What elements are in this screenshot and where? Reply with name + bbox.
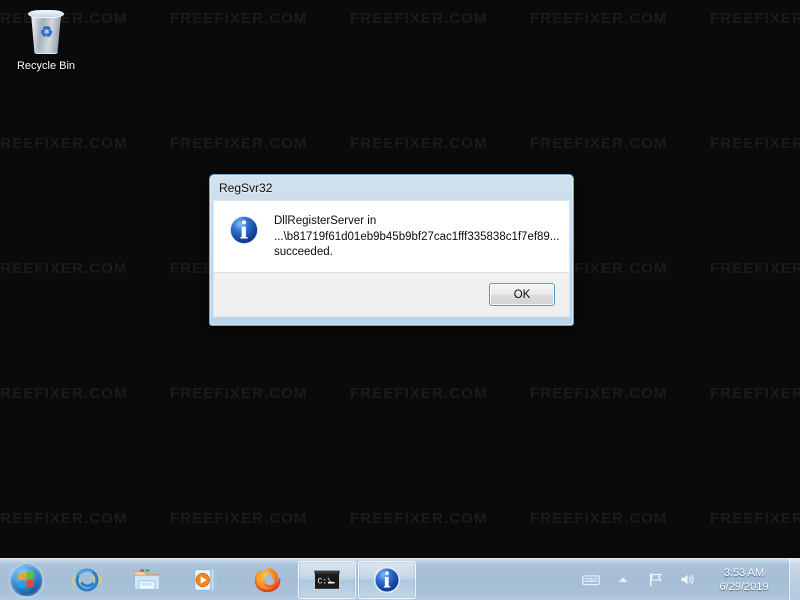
clock-time: 3:53 AM <box>723 566 765 579</box>
watermark-text: FREEFIXER.COM <box>0 135 128 152</box>
watermark-text: FREEFIXER.COM <box>170 385 308 402</box>
watermark-text: FREEFIXER.COM <box>710 135 800 152</box>
dialog-footer: OK <box>213 272 570 317</box>
watermark-text: FREEFIXER.COM <box>0 385 128 402</box>
svg-text:C:\: C:\ <box>318 577 333 586</box>
clock[interactable]: 3:53 AM 6/29/2019 <box>707 566 781 594</box>
watermark-text: FREEFIXER.COM <box>170 510 308 527</box>
recycle-bin-icon: ♻ <box>22 8 70 56</box>
keyboard-icon[interactable] <box>580 569 602 591</box>
watermark-text: FREEFIXER.COM <box>350 10 488 27</box>
watermark-text: FREEFIXER.COM <box>710 385 800 402</box>
dialog-message-line-2: ...\b81719f61d01eb9b45b9bf27cac1fff33583… <box>274 230 560 243</box>
internet-explorer-icon <box>72 568 102 591</box>
desktop[interactable]: FREEFIXER.COM FREEFIXER.COM FREEFIXER.COM F… <box>0 0 800 600</box>
show-hidden-icons-icon[interactable] <box>612 569 634 591</box>
taskbar-button-internet-explorer[interactable] <box>58 561 116 599</box>
watermark-text: FREEFIXER.COM <box>710 510 800 527</box>
taskbar-button-command-prompt[interactable]: C:\ <box>298 560 356 599</box>
info-icon <box>229 215 259 245</box>
taskbar-button-windows-media-player[interactable] <box>178 561 236 599</box>
dialog-message-line-1: DllRegisterServer in <box>274 215 377 227</box>
system-tray: 3:53 AM 6/29/2019 <box>575 558 800 600</box>
watermark-text: FREEFIXER.COM <box>530 10 668 27</box>
taskbar-buttons: C:\ <box>58 560 575 599</box>
info-icon <box>373 566 401 593</box>
desktop-icon-label: Recycle Bin <box>16 60 76 72</box>
firefox-icon <box>254 567 281 592</box>
regsvr32-dialog[interactable]: RegSvr32 DllRegisterServer in ...\b81719… <box>209 174 574 326</box>
watermark-text: FREEFIXER.COM <box>170 10 308 27</box>
watermark-text: FREEFIXER.COM <box>530 510 668 527</box>
watermark-text: FREEFIXER.COM <box>710 260 800 277</box>
watermark-text: FREEFIXER.COM <box>170 135 308 152</box>
start-button[interactable] <box>2 561 52 599</box>
volume-speaker-icon[interactable] <box>676 569 698 591</box>
show-desktop-button[interactable] <box>789 558 800 600</box>
dialog-message: DllRegisterServer in ...\b81719f61d01eb9… <box>274 213 559 272</box>
windows-orb-icon <box>10 563 43 597</box>
dialog-message-line-3: succeeded. <box>274 246 333 258</box>
folder-icon <box>133 568 161 590</box>
media-player-icon <box>194 568 217 591</box>
watermark-text: FREEFIXER.COM <box>0 510 128 527</box>
watermark-text: FREEFIXER.COM <box>530 135 668 152</box>
watermark-text: FREEFIXER.COM <box>350 135 488 152</box>
watermark-text: FREEFIXER.COM <box>0 260 128 277</box>
dialog-title: RegSvr32 <box>219 180 273 195</box>
dialog-body: DllRegisterServer in ...\b81719f61d01eb9… <box>213 200 570 272</box>
dialog-titlebar[interactable]: RegSvr32 <box>213 175 570 200</box>
clock-date: 6/29/2019 <box>719 580 769 593</box>
taskbar-button-regsvr32[interactable] <box>358 560 416 599</box>
taskbar-button-windows-explorer[interactable] <box>118 561 176 599</box>
command-prompt-icon: C:\ <box>313 569 341 590</box>
watermark-text: FREEFIXER.COM <box>350 510 488 527</box>
taskbar[interactable]: C:\ 3:53 AM 6/29/2019 <box>0 558 800 600</box>
action-center-flag-icon[interactable] <box>644 569 666 591</box>
watermark-text: FREEFIXER.COM <box>350 385 488 402</box>
taskbar-button-firefox[interactable] <box>238 561 296 599</box>
watermark-text: FREEFIXER.COM <box>710 10 800 27</box>
ok-button[interactable]: OK <box>489 283 555 306</box>
desktop-icon-recycle-bin[interactable]: ♻ Recycle Bin <box>8 8 84 73</box>
watermark-text: FREEFIXER.COM <box>530 385 668 402</box>
